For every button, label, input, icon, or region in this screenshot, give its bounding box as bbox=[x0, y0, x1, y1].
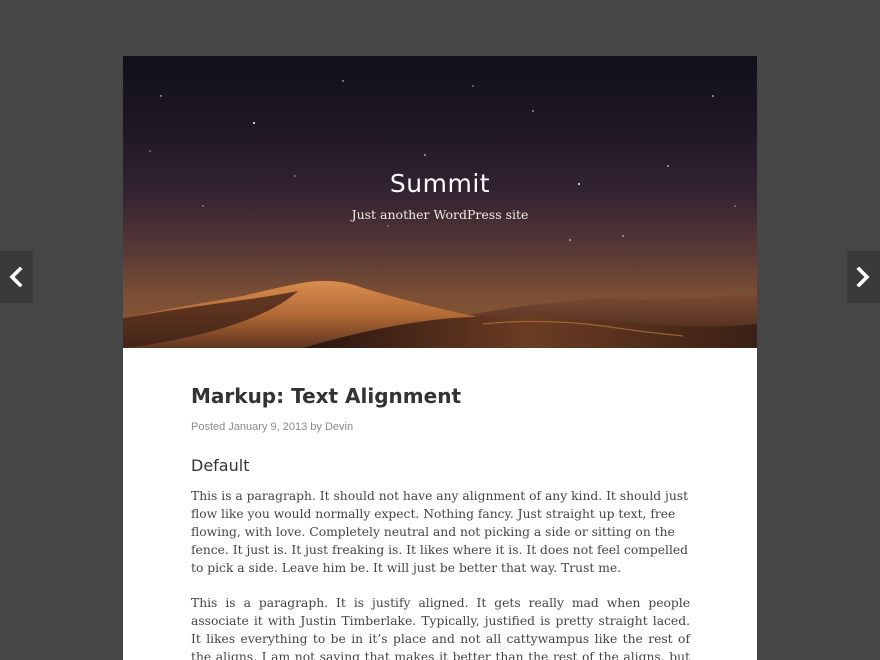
post-date-link[interactable]: January 9, 2013 bbox=[228, 421, 307, 433]
header-image: Summit Just another WordPress site bbox=[123, 56, 757, 348]
paragraph-justify: This is a paragraph. It is justify align… bbox=[191, 596, 690, 660]
site-title[interactable]: Summit bbox=[123, 169, 757, 198]
post-content: Markup: Text Alignment Posted January 9,… bbox=[191, 382, 690, 660]
section-heading: Default bbox=[191, 456, 250, 475]
chevron-left-icon bbox=[9, 267, 23, 287]
next-post-button[interactable] bbox=[847, 251, 880, 303]
site-tagline: Just another WordPress site bbox=[351, 207, 529, 222]
desert-night-illustration bbox=[123, 80, 757, 348]
posted-label: Posted bbox=[191, 421, 226, 433]
author-link[interactable]: Devin bbox=[325, 421, 353, 433]
previous-post-button[interactable] bbox=[0, 251, 33, 303]
post-title[interactable]: Markup: Text Alignment bbox=[191, 382, 690, 410]
chevron-right-icon bbox=[856, 267, 870, 287]
by-label: by bbox=[310, 421, 322, 433]
page-container: Summit Just another WordPress site Marku… bbox=[123, 56, 757, 660]
paragraph-default: This is a paragraph. It should not have … bbox=[191, 489, 689, 575]
post-meta: Posted January 9, 2013 by Devin bbox=[191, 421, 690, 433]
